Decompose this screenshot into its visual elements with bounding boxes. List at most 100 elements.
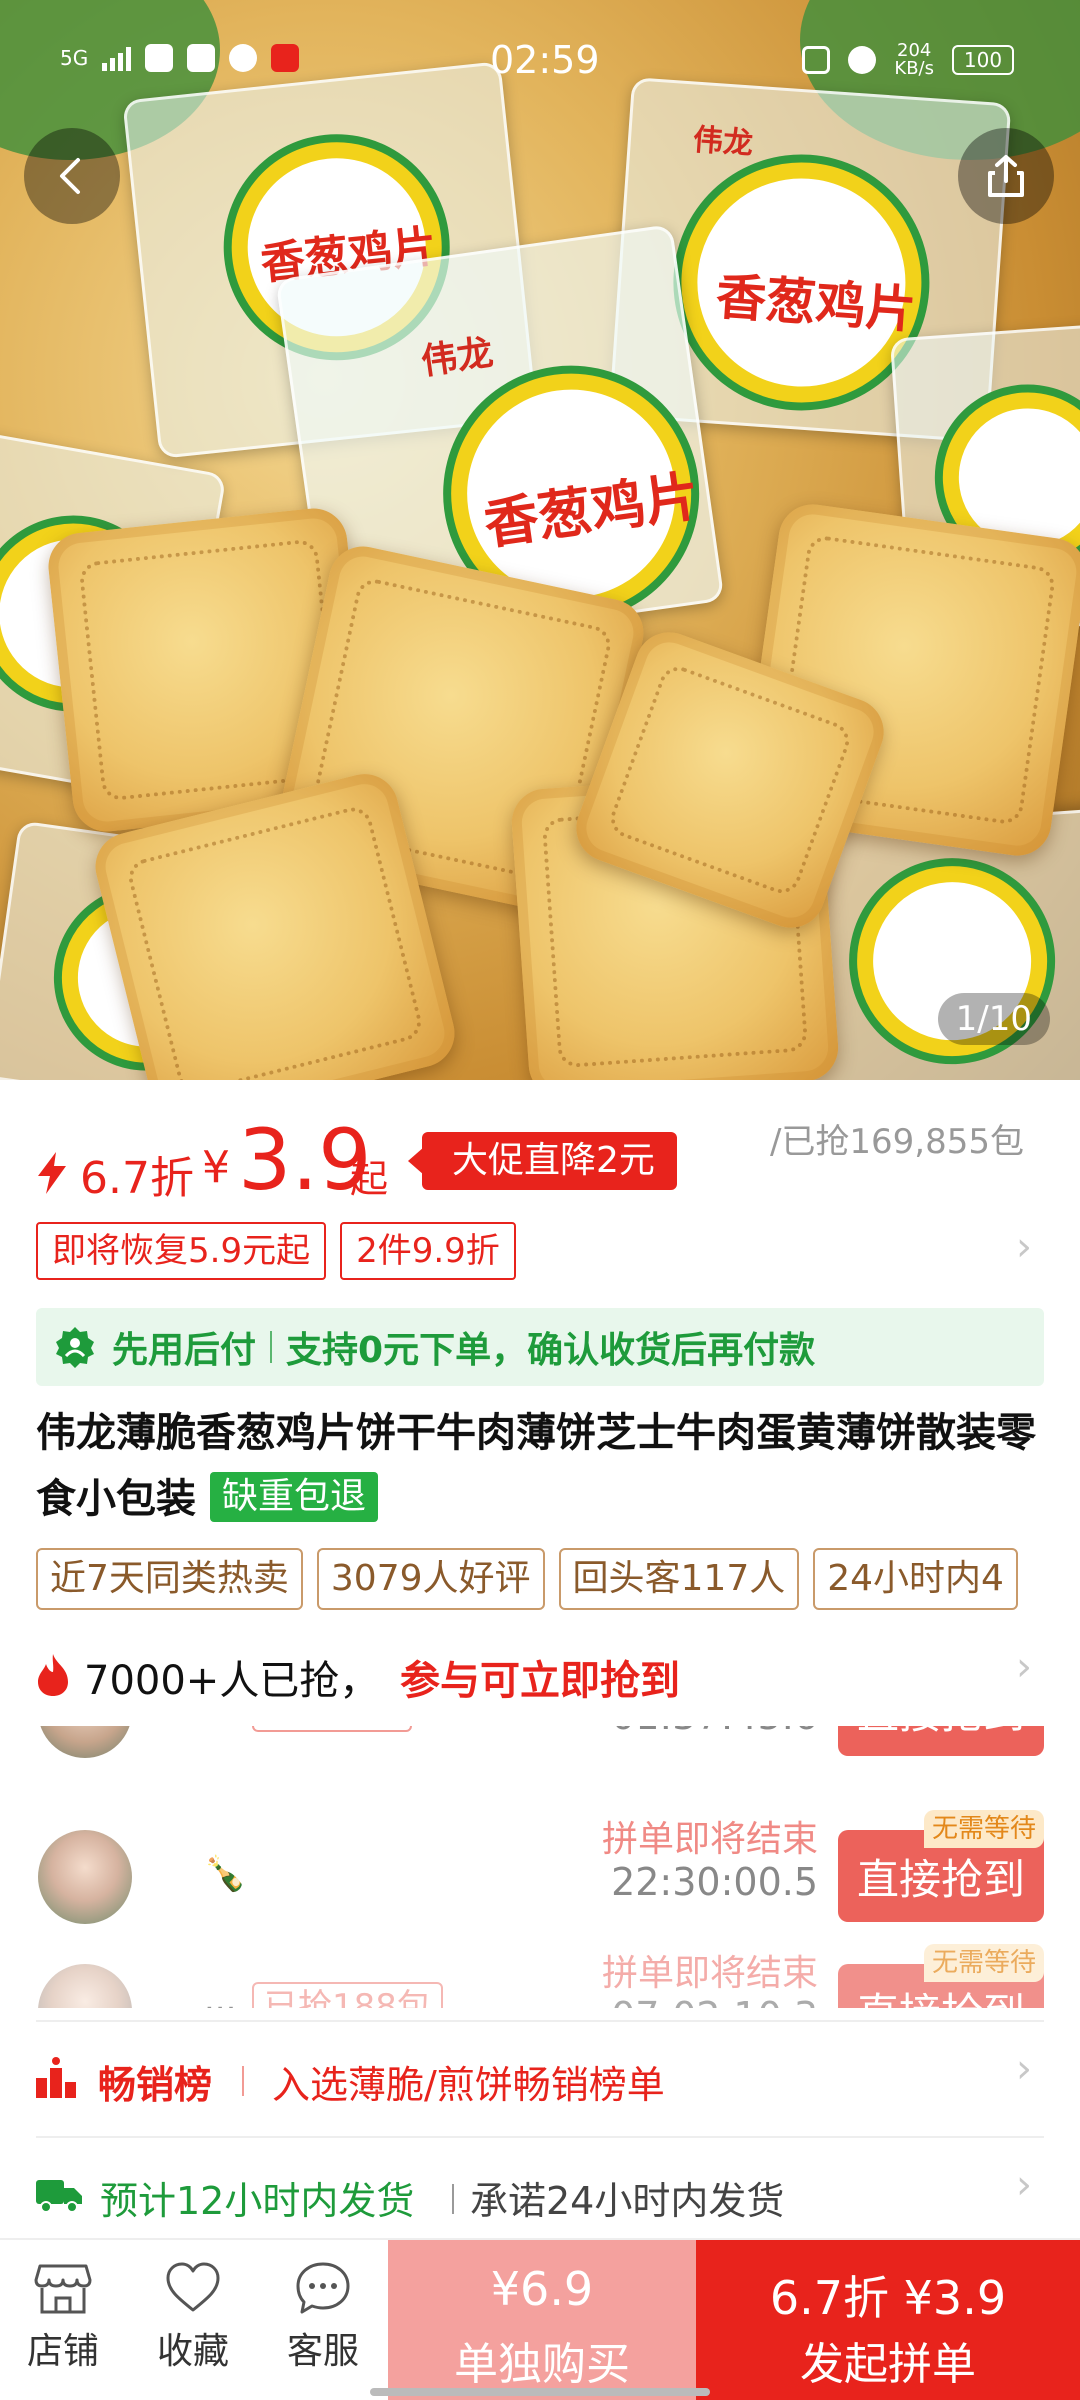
net-speed: 204 KB/s — [894, 42, 934, 78]
group-buy-item: 🍾 拼单即将结束 22:30:00.5 直接抢到 无需等待 — [0, 1806, 1080, 1936]
ranking-icon — [36, 2057, 76, 2098]
home-indicator[interactable] — [370, 2388, 710, 2396]
nfc-icon — [802, 46, 831, 74]
join-group-button[interactable]: 直接抢到 — [838, 1726, 1044, 1756]
bundle-discount-tag: 2件9.9折 — [340, 1222, 516, 1280]
heart-icon — [166, 2262, 220, 2312]
divider — [36, 2020, 1044, 2022]
avatar — [38, 1726, 132, 1758]
feature-tag: 24小时内4 — [813, 1548, 1018, 1610]
price-tags: 即将恢复5.9元起 2件9.9折 — [36, 1222, 516, 1280]
pay-later-banner[interactable]: 先用后付 支持0元下单，确认收货后再付款 — [36, 1308, 1044, 1386]
countdown-timer: 07:02:10.3 — [611, 1994, 818, 2008]
avatar — [38, 1830, 132, 1924]
badge-check-icon — [56, 1327, 94, 1368]
user-nickname: ... — [204, 1980, 237, 2008]
feature-tag: 近7天同类热卖 — [36, 1548, 303, 1610]
back-button[interactable] — [24, 128, 120, 224]
fire-icon — [38, 1654, 68, 1696]
divider — [36, 2136, 1044, 2138]
notification-icon — [187, 44, 216, 72]
product-image-carousel[interactable]: 香葱鸡片 伟龙 香葱鸡片 伟龙 香葱鸡片 5G 02:59 204 KB/s 1… — [0, 0, 1080, 1080]
shipping-promise: 承诺24小时内发货 — [470, 2179, 785, 2223]
chevron-right-icon: › — [1016, 2162, 1032, 2208]
image-page-indicator: 1/10 — [937, 993, 1050, 1045]
currency-symbol: ¥ — [202, 1142, 230, 1193]
shipping-estimate: 预计12小时内发货 — [100, 2179, 415, 2223]
signal-icon — [102, 45, 132, 71]
feature-tags: 近7天同类热卖 3079人好评 回头客117人 24小时内4 — [36, 1548, 1018, 1610]
group-buy-list: 01:37:45.6 直接抢到 🍾 拼单即将结束 22:30:00.5 直接抢到… — [0, 1726, 1080, 2008]
ending-soon-label: 拼单即将结束 — [601, 1819, 818, 1860]
chevron-right-icon[interactable]: › — [1016, 1224, 1032, 1270]
app-badge-icon — [271, 44, 300, 72]
pay-later-title: 先用后付 — [112, 1330, 257, 1371]
separator — [452, 2184, 454, 2214]
joined-count — [252, 1726, 412, 1732]
pay-later-text: 支持0元下单，确认收货后再付款 — [286, 1330, 816, 1371]
customer-service-button[interactable]: 客服 — [268, 2260, 378, 2374]
bestseller-row[interactable]: 畅销榜 入选薄脆/煎饼畅销榜单 › — [34, 2040, 1044, 2120]
price-suffix: 起 — [350, 1157, 389, 1201]
product-page: 香葱鸡片 伟龙 香葱鸡片 伟龙 香葱鸡片 5G 02:59 204 KB/s 1… — [0, 0, 1080, 2400]
status-time: 02:59 — [490, 38, 600, 82]
single-buy-button[interactable]: ¥6.9 单独购买 — [388, 2240, 696, 2400]
chat-icon — [296, 2262, 350, 2314]
favorite-label: 收藏 — [156, 2331, 229, 2372]
share-icon — [988, 155, 1024, 197]
customer-service-label: 客服 — [286, 2331, 359, 2372]
favorite-button[interactable]: 收藏 — [138, 2260, 248, 2374]
group-buy-label: 发起拼单 — [800, 2339, 976, 2390]
avatar — [38, 1964, 132, 2008]
price-row: 6.7折 ¥ 3.9 起 大促直降2元 /已抢169,855包 — [34, 1118, 1044, 1220]
shipping-row[interactable]: 预计12小时内发货 承诺24小时内发货 › — [34, 2156, 1044, 2236]
status-bar: 5G 02:59 204 KB/s 100 — [0, 0, 1080, 120]
bestseller-desc: 入选薄脆/煎饼畅销榜单 — [272, 2063, 665, 2107]
store-icon — [34, 2264, 92, 2314]
ending-soon-label: 拼单即将结束 — [601, 1953, 818, 1994]
refund-badge: 缺重包退 — [209, 1472, 378, 1522]
no-wait-badge: 无需等待 — [923, 1810, 1044, 1848]
battery-icon: 100 — [952, 45, 1014, 75]
feature-tag: 回头客117人 — [558, 1548, 800, 1610]
bestseller-title: 畅销榜 — [98, 2063, 213, 2107]
group-buy-header[interactable]: 7000+人已抢， 参与可立即抢到 › — [34, 1638, 1044, 1712]
grab-cta: 参与可立即抢到 — [400, 1658, 680, 1704]
product-title-text: 伟龙薄脆香葱鸡片饼干牛肉薄饼芝士牛肉蛋黄薄饼散装零食小包装 — [36, 1410, 1036, 1522]
chevron-right-icon: › — [1016, 2046, 1032, 2092]
user-nickname: 🍾 — [204, 1854, 247, 1894]
alarm-icon — [848, 46, 877, 74]
net-speed-unit: KB/s — [894, 58, 934, 79]
no-wait-badge: 无需等待 — [923, 1944, 1044, 1982]
pay-later-separator — [270, 1331, 273, 1363]
single-buy-price: ¥6.9 — [490, 2262, 594, 2316]
single-buy-label: 单独购买 — [454, 2339, 630, 2390]
app-icon — [229, 44, 258, 72]
chevron-left-icon — [60, 158, 80, 194]
countdown-timer: 01:37:45.6 — [611, 1726, 818, 1738]
lightning-icon — [38, 1152, 66, 1194]
group-buy-price: 6.7折 ¥3.9 — [769, 2271, 1007, 2325]
hd-icon — [145, 44, 174, 72]
share-button[interactable] — [958, 128, 1054, 224]
status-left: 5G — [60, 44, 300, 72]
group-buy-item: ... 已抢188包 拼单即将结束 07:02:10.3 直接抢到 无需等待 — [0, 1940, 1080, 2008]
joined-count: 已抢188包 — [252, 1982, 443, 2008]
product-title: 伟龙薄脆香葱鸡片饼干牛肉薄饼芝士牛肉蛋黄薄饼散装零食小包装 缺重包退 — [36, 1400, 1046, 1532]
status-right: 204 KB/s 100 — [802, 42, 1014, 78]
promo-badge: 大促直降2元 — [408, 1132, 677, 1190]
store-label: 店铺 — [26, 2331, 99, 2372]
grab-count: 7000+人已抢， — [84, 1658, 380, 1704]
network-type: 5G — [60, 46, 89, 70]
store-button[interactable]: 店铺 — [8, 2260, 118, 2374]
restore-price-tag: 即将恢复5.9元起 — [36, 1222, 327, 1280]
truck-icon — [36, 2180, 82, 2213]
group-buy-item: 01:37:45.6 直接抢到 — [0, 1726, 1080, 1770]
feature-tag: 3079人好评 — [316, 1548, 545, 1610]
countdown-timer: 22:30:00.5 — [611, 1860, 818, 1904]
sold-count: /已抢169,855包 — [769, 1122, 1024, 1158]
bottom-action-bar: 店铺 收藏 客服 ¥6.9 单独购买 6.7折 ¥3.9 发起拼单 — [0, 2238, 1080, 2400]
group-buy-button[interactable]: 6.7折 ¥3.9 发起拼单 — [696, 2240, 1080, 2400]
separator — [242, 2066, 244, 2096]
discount-rate: 6.7折 — [80, 1153, 194, 1204]
